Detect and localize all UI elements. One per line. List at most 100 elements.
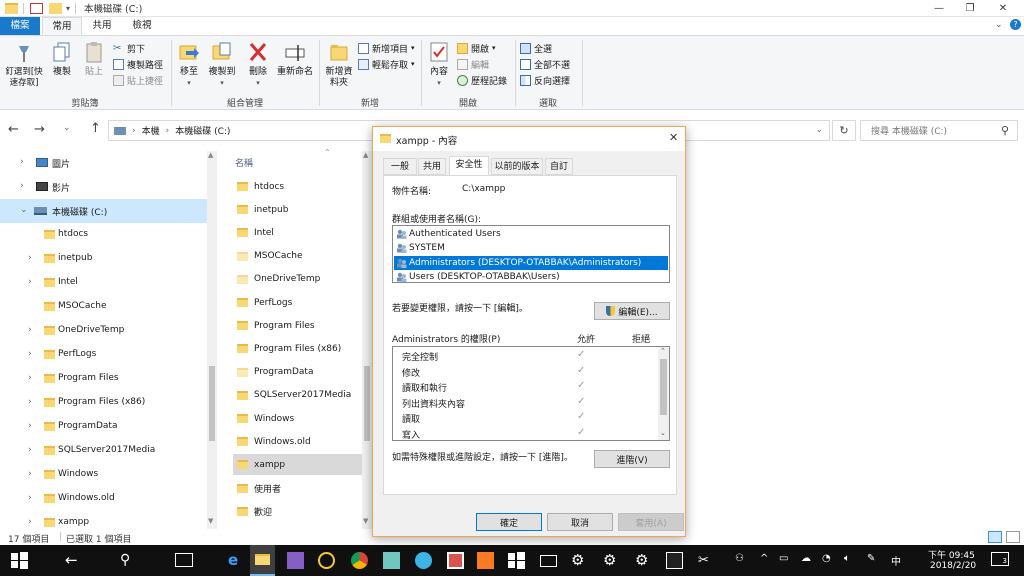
nav-item[interactable]: MSOCache — [0, 295, 207, 319]
file-row[interactable]: Program Files — [233, 315, 373, 336]
file-row[interactable]: OneDriveTemp — [233, 269, 373, 290]
cut-button[interactable]: ✂ 剪下 — [113, 41, 145, 55]
calendar-app-icon[interactable] — [447, 552, 464, 569]
windows-security-icon[interactable] — [508, 552, 525, 569]
dialog-tab[interactable]: 一般 — [383, 158, 417, 175]
edit-button[interactable]: 編輯 — [457, 57, 489, 71]
ok-button[interactable]: 確定 — [476, 513, 542, 531]
nav-item[interactable]: htdocs — [0, 223, 207, 247]
dialog-close-icon[interactable]: ✕ — [669, 131, 678, 144]
action-center-icon[interactable]: 3 — [991, 552, 1009, 566]
file-row[interactable]: 使用者 — [233, 478, 373, 499]
copy-path-button[interactable]: 複製路徑 — [113, 57, 163, 71]
group-list-item[interactable]: SYSTEM — [394, 241, 594, 255]
properties-quick-icon[interactable] — [30, 2, 43, 14]
permissions-scrollbar[interactable]: ⌃ ⌄ — [658, 347, 669, 440]
nav-item[interactable]: › 圖片 — [0, 151, 207, 175]
move-to-button[interactable]: 移至 ▾ — [175, 40, 203, 89]
search-box[interactable]: 搜尋 本機磁碟 (C:) ⚲ — [860, 120, 1018, 141]
collapsed-chevron-icon[interactable]: › — [28, 421, 32, 431]
file-row[interactable]: htdocs — [233, 176, 373, 197]
nav-item[interactable]: › Program Files (x86) — [0, 391, 207, 415]
scroll-up-icon[interactable]: ⌃ — [660, 347, 666, 355]
nav-item[interactable]: › Windows — [0, 463, 207, 487]
collapsed-chevron-icon[interactable]: › — [28, 445, 32, 455]
breadcrumb-this-pc[interactable]: 本機 — [142, 124, 160, 137]
collapsed-chevron-icon[interactable]: › — [28, 517, 32, 527]
mail-icon[interactable] — [540, 555, 557, 567]
clock-date[interactable]: 2018/2/20 — [930, 561, 976, 571]
scroll-down-icon[interactable]: ▼ — [208, 517, 213, 525]
file-row[interactable]: xampp — [233, 454, 373, 476]
properties-button[interactable]: 內容 ▾ — [425, 40, 453, 89]
dialog-tab[interactable]: 安全性 — [449, 156, 489, 176]
onedrive-icon[interactable]: ☁ — [801, 553, 811, 564]
people-icon[interactable]: ⚇ — [735, 553, 744, 564]
settings-gear-icon[interactable]: ⚙ — [571, 552, 588, 569]
scroll-up-icon[interactable]: ▲ — [363, 151, 368, 159]
settings-gear-icon[interactable]: ⚙ — [635, 552, 652, 569]
start-icon[interactable] — [11, 552, 28, 569]
collapsed-chevron-icon[interactable]: › — [20, 157, 24, 167]
expanded-chevron-icon[interactable]: ⌄ — [20, 205, 28, 215]
nav-item[interactable]: › SQLServer2017Media — [0, 439, 207, 463]
file-explorer-icon[interactable] — [250, 545, 275, 576]
advanced-button[interactable]: 進階(V) — [594, 450, 670, 468]
permissions-scrollbar-thumb[interactable] — [660, 359, 667, 415]
new-folder-quick-icon[interactable] — [49, 2, 62, 14]
minimize-button[interactable]: — — [922, 0, 956, 17]
tab-share[interactable]: 共用 — [84, 17, 120, 35]
collapsed-chevron-icon[interactable]: › — [28, 349, 32, 359]
group-list-item[interactable]: Administrators (DESKTOP-OTABBAK\Administ… — [394, 255, 668, 270]
wifi-icon[interactable]: ◔ — [822, 553, 831, 564]
maximize-button[interactable]: ❐ — [953, 0, 987, 17]
breadcrumb-drive[interactable]: 本機磁碟 (C:) — [175, 124, 230, 137]
invert-selection-button[interactable]: 反向選擇 — [520, 73, 570, 87]
pin-to-quick-access-button[interactable]: 釘選到[快速存取] — [2, 40, 46, 89]
select-none-button[interactable]: 全部不選 — [520, 57, 570, 71]
content-scrollbar[interactable]: ▲ ▼ — [362, 151, 372, 529]
file-row[interactable]: PerfLogs — [233, 292, 373, 313]
up-icon[interactable]: ↑ — [90, 121, 101, 136]
nav-item[interactable]: › ProgramData — [0, 415, 207, 439]
file-row[interactable]: Windows — [233, 408, 373, 429]
back-taskbar-icon[interactable]: ← — [65, 552, 82, 569]
content-scrollbar-thumb[interactable] — [364, 366, 370, 441]
cancel-button[interactable]: 取消 — [547, 513, 613, 531]
file-row[interactable]: ProgramData — [233, 362, 373, 383]
tab-view[interactable]: 檢視 — [122, 17, 162, 35]
collapsed-chevron-icon[interactable]: › — [28, 493, 32, 503]
copy-button[interactable]: 複製 — [48, 40, 76, 78]
snipping-tool-icon[interactable]: ✂ — [698, 552, 715, 569]
collapsed-chevron-icon[interactable]: › — [28, 373, 32, 383]
select-all-button[interactable]: 全選 — [520, 41, 552, 55]
delete-button[interactable]: 刪除 ▾ — [244, 40, 272, 89]
ime-indicator[interactable]: 中 — [891, 553, 901, 568]
file-row[interactable]: Intel — [233, 222, 373, 243]
nav-item[interactable]: › Windows.old — [0, 487, 207, 511]
edit-permissions-button[interactable]: 編輯(E)... — [594, 302, 670, 320]
tab-file[interactable]: 檔案 — [0, 17, 40, 35]
chrome-icon[interactable] — [351, 552, 368, 569]
nav-item[interactable]: ⌄ 本機磁碟 (C:) — [0, 199, 207, 223]
dialog-tab[interactable]: 自訂 — [545, 158, 573, 175]
easy-access-button[interactable]: 輕鬆存取 ▾ — [358, 57, 415, 71]
group-list-item[interactable]: Users (DESKTOP-OTABBAK\Users) — [394, 270, 594, 284]
column-header-name[interactable]: 名稱 — [235, 156, 253, 169]
quick-access-dropdown[interactable]: ▾ — [66, 4, 70, 13]
recent-dropdown-icon[interactable]: ⌄ — [63, 123, 71, 133]
forward-icon[interactable]: → — [34, 122, 45, 137]
file-row[interactable]: Program Files (x86) — [233, 338, 373, 359]
group-list-item[interactable]: Authenticated Users — [394, 227, 594, 241]
scroll-down-icon[interactable]: ▼ — [363, 517, 368, 525]
dialog-tab[interactable]: 共用 — [418, 158, 446, 175]
collapsed-chevron-icon[interactable]: › — [28, 397, 32, 407]
ribbon-collapse-icon[interactable]: ⌄ — [995, 20, 1003, 30]
nav-item[interactable]: › 影片 — [0, 175, 207, 199]
clock-app-icon[interactable] — [318, 552, 335, 569]
collapsed-chevron-icon[interactable]: › — [28, 469, 32, 479]
file-row[interactable]: Windows.old — [233, 431, 373, 452]
paste-button[interactable]: 貼上 — [80, 40, 108, 78]
settings-gear-icon[interactable]: ⚙ — [603, 552, 620, 569]
nav-item[interactable]: › OneDriveTemp — [0, 319, 207, 343]
